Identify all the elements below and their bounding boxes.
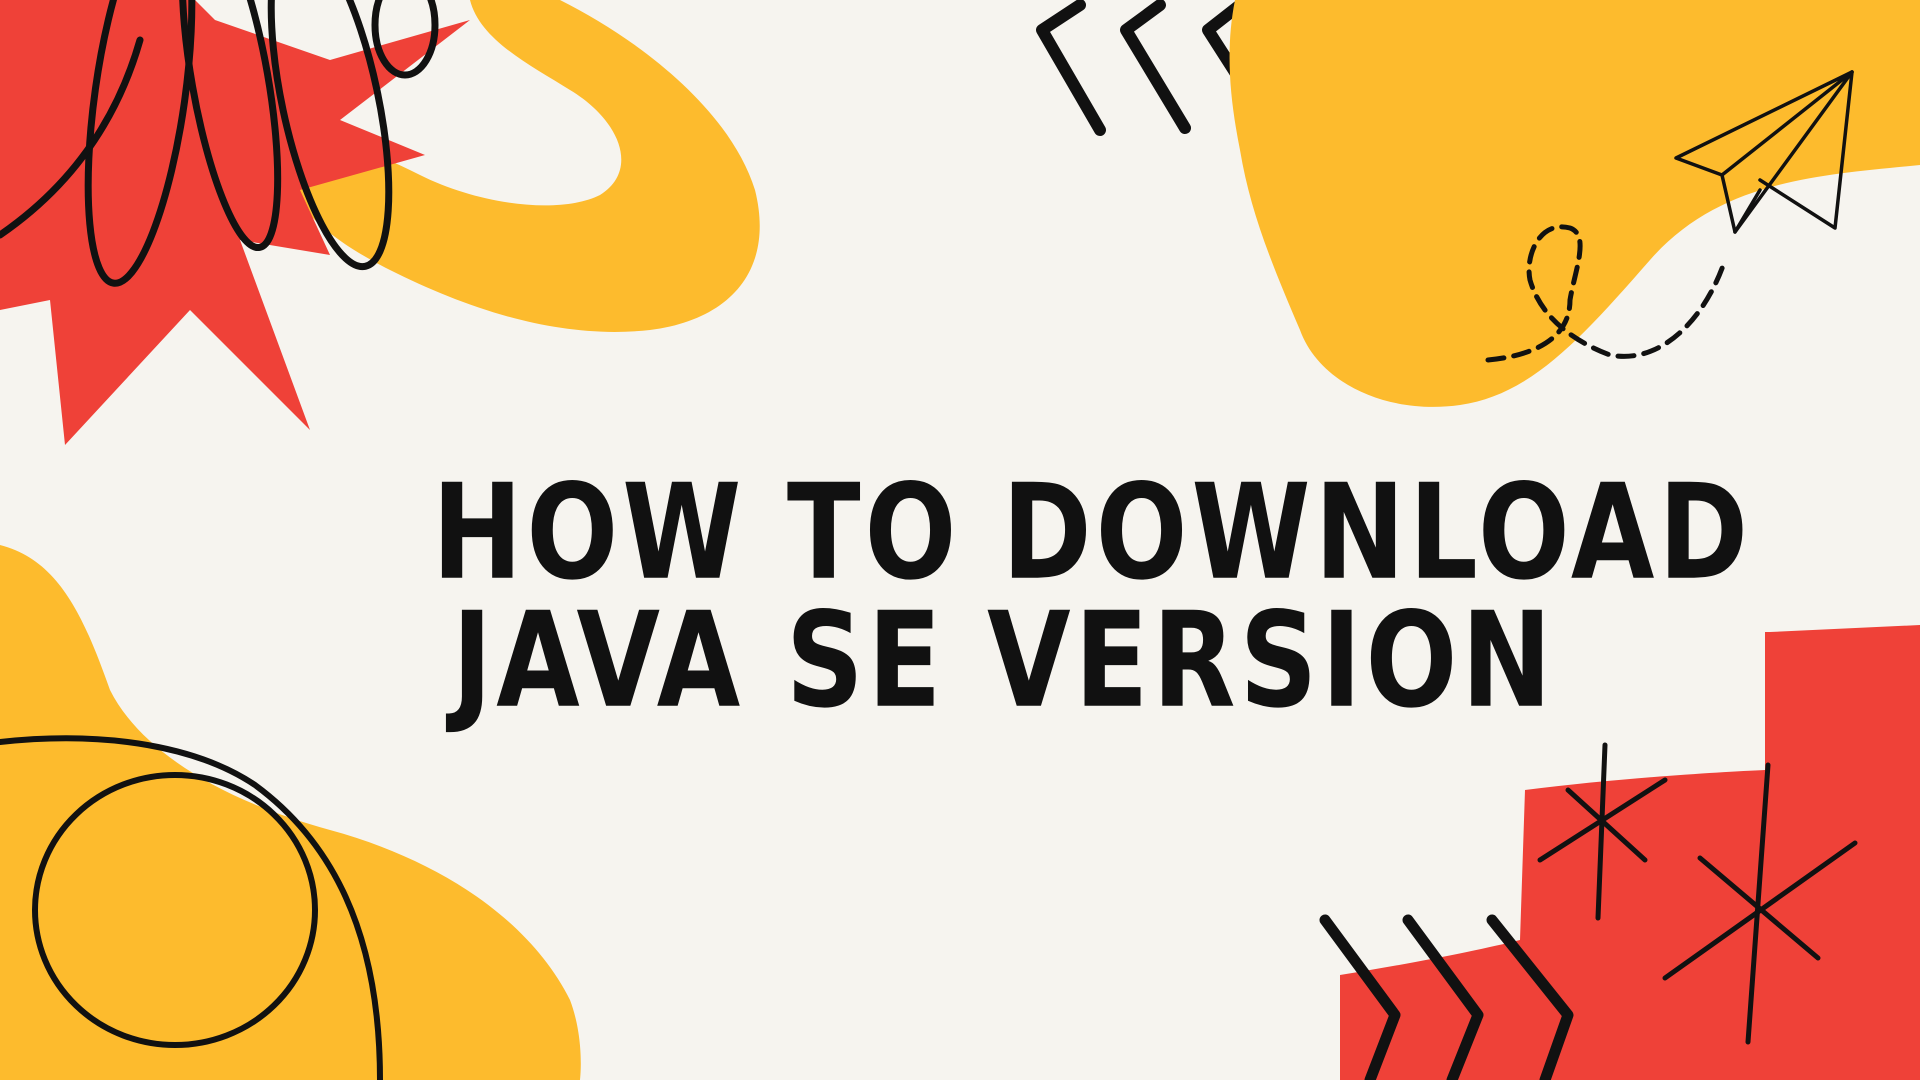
yellow-blob-top-right xyxy=(1229,0,1920,407)
thumbnail-canvas: HOW TO DOWNLOAD JAVA SE VERSION xyxy=(0,0,1920,1080)
title-line-2: JAVA SE VERSION xyxy=(452,585,1556,738)
title-line-1: HOW TO DOWNLOAD xyxy=(432,457,1753,610)
title-block: HOW TO DOWNLOAD JAVA SE VERSION xyxy=(432,467,1748,727)
